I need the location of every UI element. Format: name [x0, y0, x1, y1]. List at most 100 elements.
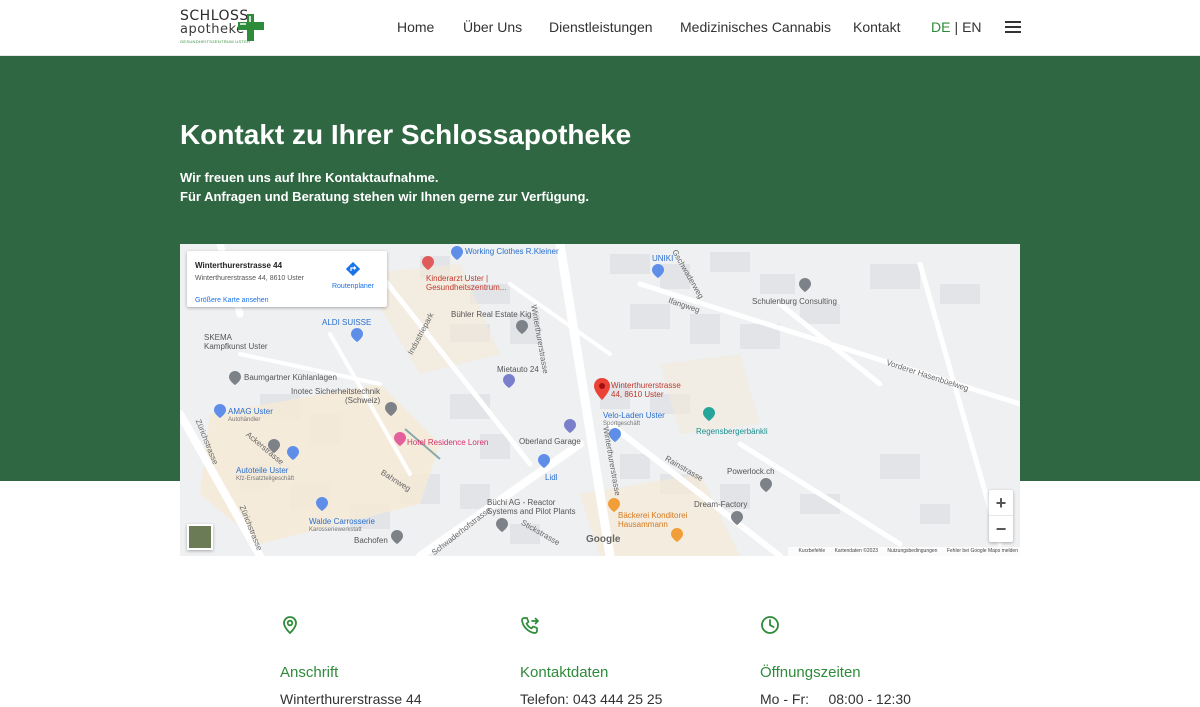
place-kinderarzt[interactable]: Kinderarzt Uster | Gesundheitszentrum... — [426, 274, 506, 292]
attrib-shortcuts[interactable]: Kurzbefehle — [798, 548, 825, 554]
place-buechi[interactable]: Büchi AG - Reactor Systems and Pilot Pla… — [487, 498, 575, 516]
place-walde[interactable]: Walde Carrosserie Karosseriewerkstatt — [309, 517, 375, 535]
place-regensbergerbaenkli[interactable]: Regensbergerbänkli — [696, 427, 768, 436]
place-inotec[interactable]: Inotec Sicherheitstechnik (Schweiz) — [291, 387, 380, 405]
place-mietauto[interactable]: Mietauto 24 — [497, 365, 539, 374]
business-pin-icon[interactable] — [516, 320, 528, 334]
language-switcher: DE | EN — [931, 19, 982, 35]
contact-details-heading: Kontaktdaten — [520, 664, 609, 681]
route-planner-button[interactable]: Routenplaner — [331, 261, 375, 290]
place-amag[interactable]: AMAG Uster Autohändler — [228, 407, 273, 425]
business-pin-icon[interactable] — [760, 478, 772, 492]
bakery-pin-icon[interactable] — [608, 498, 620, 512]
map-attribution: Kurzbefehle Kartendaten ©2023 Nutzungsbe… — [788, 547, 1020, 556]
satellite-toggle[interactable] — [187, 524, 213, 550]
lang-en[interactable]: EN — [962, 19, 981, 35]
place-autoteile-line-1: Autoteile Uster — [236, 466, 289, 475]
attrib-map-data: Kartendaten ©2023 — [834, 548, 879, 554]
address-column: Anschrift Winterthurerstrasse 44 — [280, 615, 480, 707]
nav-ueber-uns[interactable]: Über Uns — [463, 19, 522, 35]
schlossapotheke-logo[interactable]: SCHLOSS apotheke GESUNDHEITSZENTRUM USTE… — [180, 8, 268, 48]
map-card-title: Winterthurerstrasse 44 — [195, 261, 283, 270]
place-uniki[interactable]: UNIKI — [652, 254, 673, 263]
place-skema-line-2: Kampfkunst Uster — [204, 342, 268, 351]
nav-home[interactable]: Home — [397, 19, 434, 35]
car-pin-icon[interactable] — [564, 419, 576, 433]
place-hotel[interactable]: Hotel Residence Loren — [407, 438, 488, 447]
place-amag-line-2: Autohändler — [228, 417, 261, 423]
place-velo-line-2: Sportgeschäft — [603, 421, 641, 427]
shop-pin-icon[interactable] — [652, 264, 664, 278]
car-parts-pin-icon[interactable] — [287, 446, 299, 460]
place-baumgartner[interactable]: Baumgartner Kühlanlagen — [244, 373, 337, 382]
attrib-report-error[interactable]: Fehler bei Google Maps melden — [947, 548, 1018, 554]
place-aldi[interactable]: ALDI SUISSE — [322, 318, 371, 327]
opening-hours-heading: Öffnungszeiten — [760, 664, 861, 681]
place-velo-line-1: Velo-Laden Uster — [603, 411, 665, 420]
bigger-map-link[interactable]: Größere Karte ansehen — [195, 297, 269, 304]
car-pin-icon[interactable] — [503, 374, 515, 388]
place-working-clothes[interactable]: Working Clothes R.Kleiner — [465, 247, 559, 256]
place-buechi-line-2: Systems and Pilot Plants — [487, 507, 576, 516]
place-velo-laden[interactable]: Velo-Laden Uster Sportgeschäft — [603, 411, 665, 429]
shop-pin-icon[interactable] — [451, 246, 463, 260]
logo-line-2: apotheke — [180, 22, 245, 37]
place-skema[interactable]: SKEMA Kampfkunst Uster — [204, 333, 268, 351]
hotel-pin-icon[interactable] — [394, 432, 406, 446]
park-pin-icon[interactable] — [703, 407, 715, 421]
place-baeckerei-line-1: Bäckerei Konditorei — [618, 511, 688, 520]
marker-label-line-1: Winterthurerstrasse — [611, 381, 681, 390]
map-info-card: Winterthurerstrasse 44 Winterthurerstras… — [187, 251, 387, 307]
business-pin-icon[interactable] — [229, 371, 241, 385]
google-map[interactable]: Winterthurerstrasse 44 Winterthurerstras… — [180, 244, 1020, 556]
site-header: SCHLOSS apotheke GESUNDHEITSZENTRUM USTE… — [0, 0, 1200, 56]
car-pin-icon[interactable] — [214, 404, 226, 418]
nav-medizinisches-cannabis[interactable]: Medizinisches Cannabis — [680, 19, 831, 35]
business-pin-icon[interactable] — [731, 511, 743, 525]
location-marker-icon[interactable] — [594, 378, 610, 400]
business-pin-icon[interactable] — [391, 530, 403, 544]
opening-hours-line: Mo - Fr: 08:00 - 12:30 — [760, 691, 911, 707]
business-pin-icon[interactable] — [496, 518, 508, 532]
marker-label-line-2: 44, 8610 Uster — [611, 390, 664, 399]
phone-forward-icon — [521, 617, 539, 634]
phone-line[interactable]: Telefon: 043 444 25 25 — [520, 691, 662, 707]
place-skema-line-1: SKEMA — [204, 333, 233, 342]
page-title: Kontakt zu Ihrer Schlossapotheke — [180, 119, 632, 150]
shop-pin-icon[interactable] — [538, 454, 550, 468]
clock-icon — [761, 616, 779, 634]
attrib-terms[interactable]: Nutzungsbedingungen — [887, 548, 937, 554]
directions-icon — [345, 261, 361, 277]
place-autoteile[interactable]: Autoteile Uster Kfz-Ersatzteilgeschäft — [236, 466, 294, 484]
hero-subtitle-line-2: Für Anfragen und Beratung stehen wir Ihn… — [180, 189, 590, 204]
place-lidl[interactable]: Lidl — [545, 473, 557, 482]
zoom-out-button[interactable]: − — [989, 516, 1013, 542]
pharmacy-cross-icon — [238, 14, 264, 41]
shop-pin-icon[interactable] — [351, 328, 363, 342]
business-pin-icon[interactable] — [385, 402, 397, 416]
medical-pin-icon[interactable] — [422, 256, 434, 270]
nav-dienstleistungen[interactable]: Dienstleistungen — [549, 19, 653, 35]
zoom-in-button[interactable]: + — [989, 490, 1013, 516]
place-walde-line-2: Karosseriewerkstatt — [309, 527, 362, 533]
car-repair-pin-icon[interactable] — [316, 497, 328, 511]
lang-separator: | — [954, 19, 959, 35]
place-schulenburg[interactable]: Schulenburg Consulting — [752, 297, 837, 306]
place-baeckerei[interactable]: Bäckerei Konditorei Hausammann — [618, 511, 687, 529]
nav-kontakt[interactable]: Kontakt — [853, 19, 900, 35]
location-pin-icon — [283, 616, 297, 635]
lang-de[interactable]: DE — [931, 19, 950, 35]
place-autoteile-line-2: Kfz-Ersatzteilgeschäft — [236, 476, 295, 482]
address-line: Winterthurerstrasse 44 — [280, 691, 422, 707]
place-oberland-garage[interactable]: Oberland Garage — [519, 437, 581, 446]
hamburger-menu-icon[interactable] — [1005, 21, 1021, 35]
place-buehler[interactable]: Bühler Real Estate Kig — [451, 310, 532, 319]
place-powerlock[interactable]: Powerlock.ch — [727, 467, 775, 476]
address-heading: Anschrift — [280, 664, 339, 681]
route-planner-label: Routenplaner — [331, 283, 375, 290]
cafe-pin-icon[interactable] — [671, 528, 683, 542]
contact-details-column: Kontaktdaten Telefon: 043 444 25 25 — [520, 615, 720, 707]
business-pin-icon[interactable] — [799, 278, 811, 292]
place-bachofen[interactable]: Bachofen — [354, 536, 388, 545]
place-dream-factory[interactable]: Dream-Factory — [694, 500, 747, 509]
